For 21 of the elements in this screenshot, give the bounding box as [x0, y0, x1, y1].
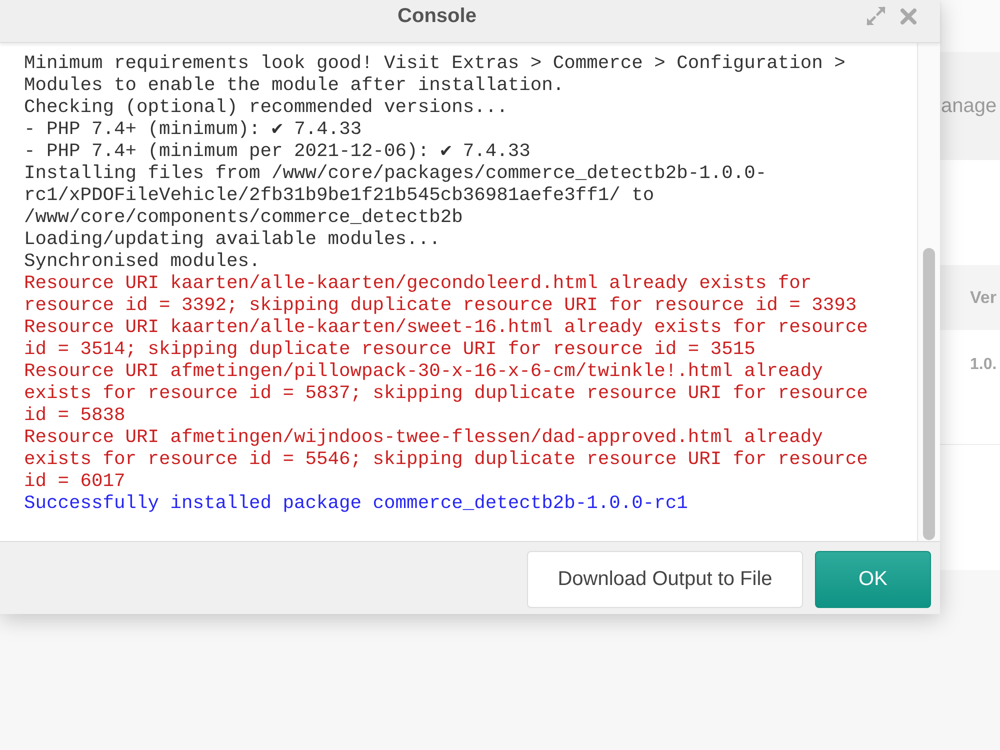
expand-icon[interactable]: [866, 6, 886, 26]
table-cell: 1.0.: [970, 356, 997, 374]
log-line: - PHP 7.4+ (minimum per 2021-12-06): ✔ 7.4.33: [24, 140, 530, 162]
download-output-button[interactable]: Download Output to File: [527, 551, 803, 608]
log-line: Loading/updating available modules...: [24, 228, 440, 250]
close-icon[interactable]: [900, 8, 917, 24]
log-line: Checking (optional) recommended versions...: [24, 96, 508, 118]
dialog-title: Console: [398, 4, 476, 28]
log-line: Installing files from /www/core/packages/commerce_detectb2b-1.0.0-rc1/xPDOFileVehicle/2fb31b9be1f21b545cb36981aefe3ff1/ to /www/core/components/commerce_detectb2b: [24, 162, 768, 228]
scrollbar-thumb[interactable]: [923, 248, 935, 540]
column-header: Ver: [970, 288, 996, 308]
log-line: - PHP 7.4+ (minimum): ✔ 7.4.33: [24, 118, 362, 140]
error-log-line: Resource URI kaarten/alle-kaarten/gecondoleerd.html already exists for resource id = 3392; skipping duplicate resource URI for resource id = 3393: [24, 272, 858, 316]
success-log-line: Successfully installed package commerce_detectb2b-1.0.0-rc1: [24, 492, 688, 514]
error-log-line: Resource URI afmetingen/wijndoos-twee-flessen/dad-approved.html already exists for resource id = 5546; skipping duplicate resource URI for resource id = 6017: [24, 426, 869, 492]
toolbar-text: anage: [941, 94, 997, 118]
error-log-line: Resource URI afmetingen/pillowpack-30-x-16-x-6-cm/twinkle!.html already exists for resource id = 5837; skipping duplicate resource URI for resource id = 5838: [24, 360, 869, 426]
log-line: Synchronised modules.: [24, 250, 260, 272]
log-line: Minimum requirements look good! Visit Extras > Commerce > Configuration > Modules to enable the module after installation.: [24, 52, 846, 96]
scrollbar-track[interactable]: [917, 43, 940, 541]
error-log-line: Resource URI kaarten/alle-kaarten/sweet-16.html already exists for resource id = 3514; skipping duplicate resource URI for resource id = 3515: [24, 316, 869, 360]
